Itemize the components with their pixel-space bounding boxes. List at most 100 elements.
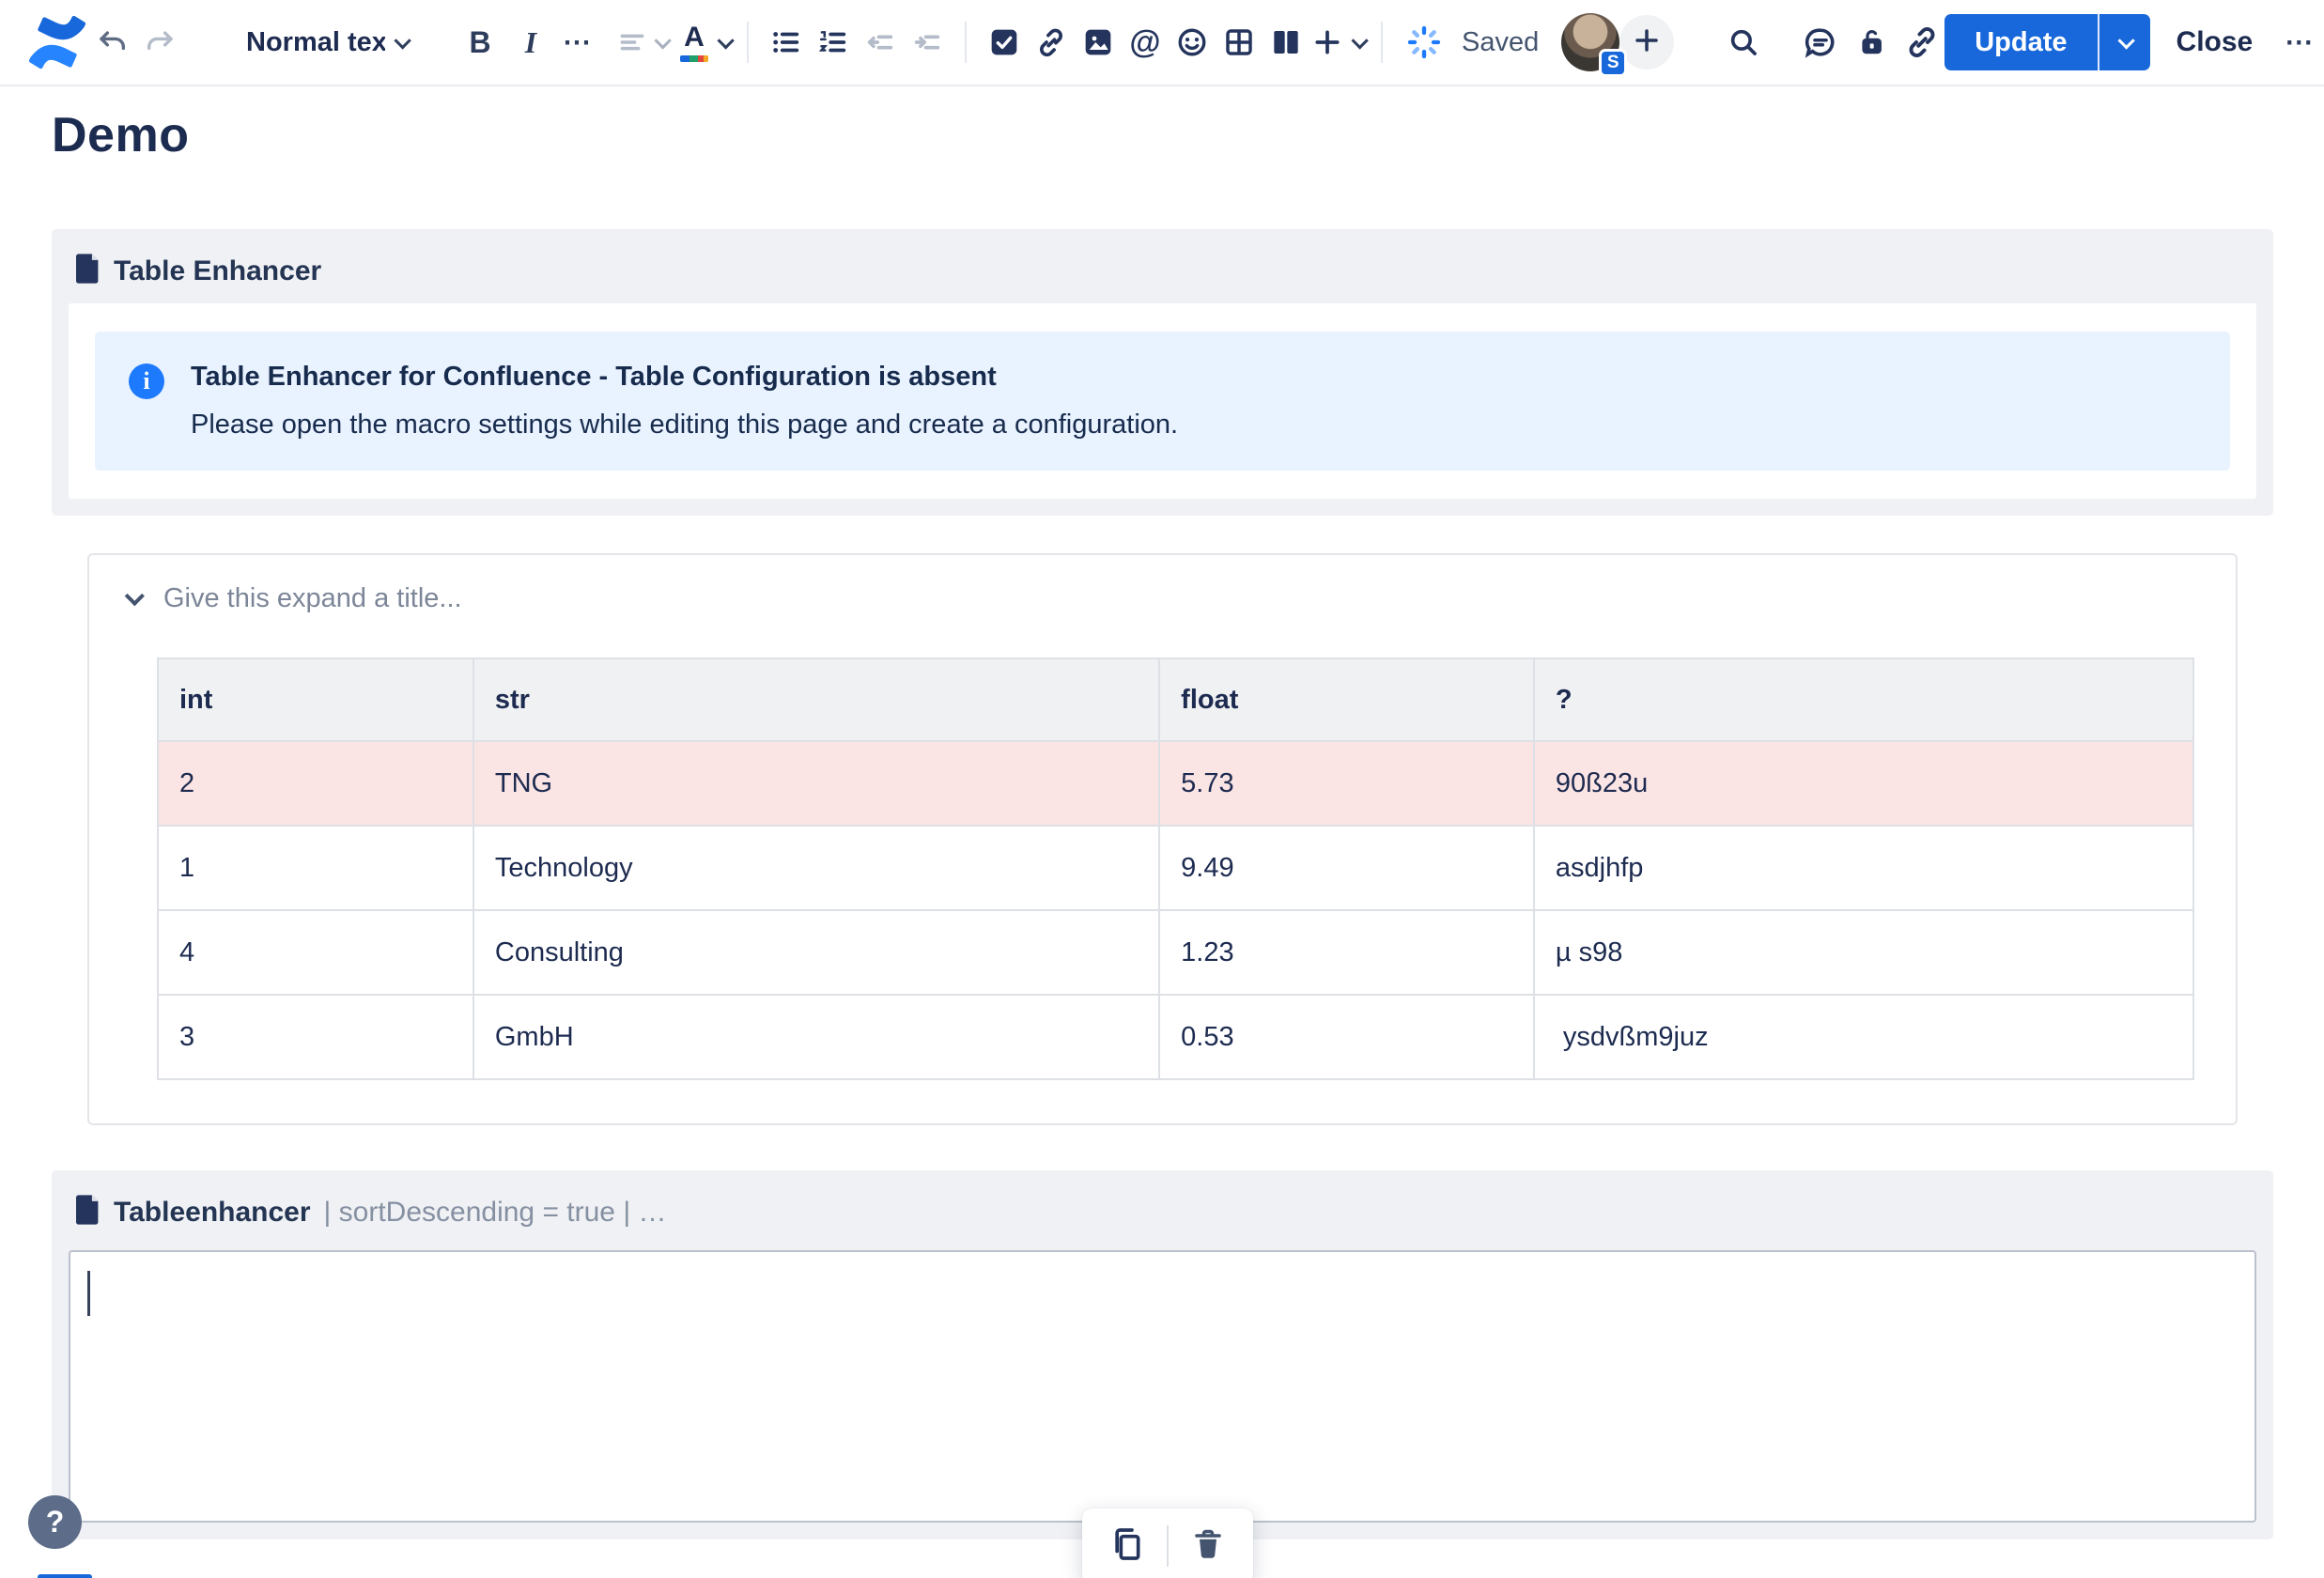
sync-status-spinner — [1400, 16, 1449, 69]
table-cell[interactable]: 90ß23u — [1532, 740, 2195, 827]
search-button[interactable] — [1721, 16, 1766, 69]
info-panel-title: Table Enhancer for Confluence - Table Co… — [191, 362, 997, 392]
expand-chevron-icon[interactable] — [124, 586, 145, 607]
bullet-list-button[interactable] — [766, 16, 807, 69]
table-header-cell[interactable]: int — [157, 658, 474, 742]
insert-more-dropdown[interactable] — [1312, 16, 1369, 69]
table-header-cell[interactable]: float — [1158, 658, 1535, 742]
toolbar-divider — [1167, 1525, 1169, 1567]
copy-icon — [1108, 1525, 1146, 1568]
table-cell[interactable]: GmbH — [472, 994, 1161, 1080]
bullet-list-icon — [770, 26, 802, 58]
insert-table-button[interactable] — [1218, 16, 1260, 69]
editor-toolbar: Normal text B I ⋯ A @ Saved S Update Clo… — [0, 0, 2324, 86]
table-cell[interactable]: asdjhfp — [1532, 825, 2195, 911]
italic-icon: I — [524, 24, 537, 59]
table-cell[interactable]: µ s98 — [1532, 909, 2195, 996]
numbered-list-icon — [817, 26, 849, 58]
trash-icon — [1191, 1527, 1225, 1566]
table-header-cell[interactable]: ? — [1532, 658, 2195, 742]
link-icon — [1905, 25, 1939, 59]
info-panel: i Table Enhancer for Confluence - Table … — [95, 332, 2230, 471]
table-cell[interactable]: Technology — [472, 825, 1161, 911]
question-mark-icon: ? — [45, 1505, 65, 1539]
expand-section: Give this expand a title... int str float?… — [87, 553, 2238, 1125]
outdent-button[interactable] — [860, 16, 901, 69]
chevron-down-icon — [654, 31, 672, 50]
save-status-label: Saved — [1462, 26, 1540, 57]
info-icon: i — [129, 364, 164, 399]
comments-button[interactable] — [1798, 16, 1843, 69]
indent-icon — [911, 26, 943, 58]
table-cell[interactable]: 2 — [157, 740, 474, 827]
table-cell[interactable]: 1 — [157, 825, 474, 911]
macro-table-enhancer[interactable]: Table Enhancer i Table Enhancer for Conf… — [52, 229, 2273, 516]
expand-title-placeholder[interactable]: Give this expand a title... — [163, 583, 462, 614]
table-cell[interactable]: 5.73 — [1158, 740, 1535, 827]
copy-link-button[interactable] — [1899, 16, 1944, 69]
table-cell[interactable]: 4 — [157, 909, 474, 996]
layouts-button[interactable] — [1265, 16, 1307, 69]
table-cell[interactable]: 9.49 — [1158, 825, 1535, 911]
table-cell[interactable]: 1.23 — [1158, 909, 1535, 996]
columns-icon — [1271, 27, 1301, 57]
page-title[interactable]: Demo — [52, 107, 2273, 163]
undo-icon — [97, 26, 129, 58]
copy-button[interactable] — [1105, 1524, 1150, 1569]
undo-button[interactable] — [92, 16, 133, 69]
emoji-icon — [1176, 26, 1208, 58]
more-formatting-button[interactable]: ⋯ — [559, 16, 596, 69]
link-icon — [1035, 26, 1067, 58]
outdent-icon — [864, 26, 896, 58]
insert-link-button[interactable] — [1030, 16, 1072, 69]
table-cell[interactable]: Consulting — [472, 909, 1161, 996]
cutoff-element — [38, 1574, 92, 1578]
data-table: int str float? 2 TNG 5.73 90ß23u 1 Technology 9.… — [157, 658, 2195, 1080]
task-list-button[interactable] — [984, 16, 1025, 69]
restrictions-button[interactable] — [1849, 16, 1894, 69]
redo-button[interactable] — [139, 16, 180, 69]
confluence-logo-icon[interactable] — [28, 15, 86, 70]
text-color-dropdown[interactable]: A — [680, 16, 735, 69]
mention-button[interactable]: @ — [1124, 16, 1166, 69]
insert-image-button[interactable] — [1077, 16, 1119, 69]
macro-name: Table Enhancer — [114, 255, 322, 286]
table-icon — [1224, 27, 1254, 57]
comment-icon — [1804, 25, 1837, 59]
info-panel-body: Please open the macro settings while edi… — [191, 410, 1179, 440]
bold-button[interactable]: B — [457, 16, 503, 69]
table-cell[interactable]: ysdvßm9juz — [1532, 994, 2195, 1080]
table-cell[interactable]: 0.53 — [1158, 994, 1535, 1080]
table-header-cell[interactable]: str — [472, 658, 1161, 742]
align-left-icon — [617, 27, 647, 57]
text-color-icon: A — [680, 23, 708, 62]
macro-params: | sortDescending = true | … — [323, 1196, 667, 1228]
help-button[interactable]: ? — [28, 1495, 82, 1549]
numbered-list-button[interactable] — [813, 16, 854, 69]
italic-button[interactable]: I — [508, 16, 553, 69]
macro-tableenhancer[interactable]: Tableenhancer | sortDescending = true | … — [52, 1170, 2273, 1539]
collaborator-avatar[interactable]: S — [1561, 13, 1628, 77]
macro-editor-area[interactable] — [69, 1250, 2256, 1523]
alignment-dropdown[interactable] — [617, 16, 672, 69]
macro-floating-toolbar — [1082, 1508, 1253, 1578]
macro-name: Tableenhancer — [114, 1196, 311, 1228]
indent-button[interactable] — [906, 16, 948, 69]
emoji-button[interactable] — [1171, 16, 1213, 69]
update-options-button[interactable] — [2097, 14, 2150, 70]
redo-icon — [144, 26, 176, 58]
close-button[interactable]: Close — [2177, 26, 2254, 58]
table-cell[interactable]: 3 — [157, 994, 474, 1080]
search-icon — [1728, 26, 1759, 58]
more-actions-button[interactable]: ⋯ — [2279, 16, 2320, 69]
table-row: 4 Consulting 1.23 µ s98 — [157, 909, 2195, 996]
text-style-dropdown[interactable]: Normal text — [239, 16, 414, 69]
bold-icon: B — [469, 24, 491, 59]
table-cell[interactable]: TNG — [472, 740, 1161, 827]
toolbar-divider — [1381, 22, 1383, 63]
update-button[interactable]: Update — [1944, 14, 2098, 70]
page-content: Demo Table Enhancer i Table Enhancer for… — [0, 107, 2324, 1539]
table-header-row: int str float? — [157, 658, 2195, 742]
delete-button[interactable] — [1185, 1524, 1231, 1569]
invite-button[interactable] — [1619, 15, 1675, 70]
